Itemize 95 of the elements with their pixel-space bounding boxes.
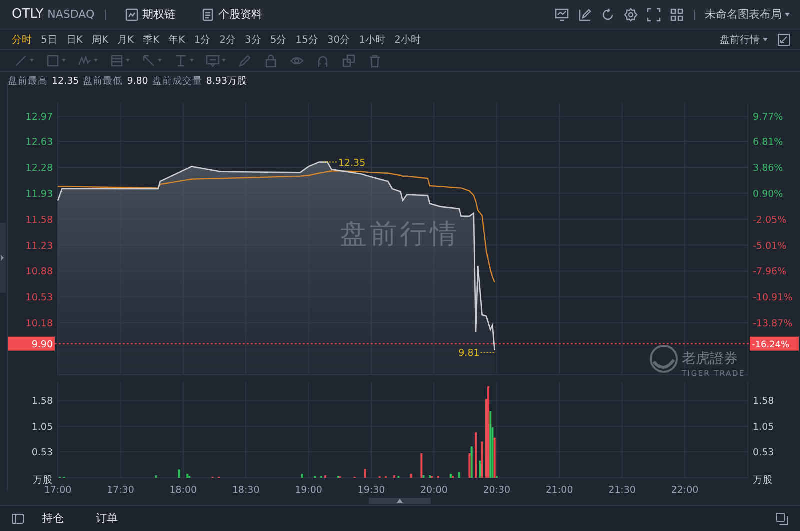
axis-label: -13.87% [753, 318, 793, 330]
bottom-tab[interactable]: 订单 [96, 511, 118, 526]
exchange-label: NASDAQ [48, 8, 95, 21]
volume-bar [364, 469, 366, 478]
unit-label: 万股 [33, 475, 53, 486]
unit-label: 万股 [753, 475, 773, 486]
stat-value: 12.35 [52, 76, 80, 86]
stat-value: 9.80 [127, 76, 148, 86]
caret-icon [785, 12, 790, 16]
period-tab[interactable]: 年K [168, 32, 186, 46]
popout-icon[interactable] [776, 512, 788, 524]
axis-label: 10.53 [26, 292, 53, 304]
axis-label: 1.05 [753, 422, 774, 434]
refresh-icon[interactable] [601, 8, 615, 22]
axis-label: 1.05 [32, 422, 53, 434]
period-tab[interactable]: 季K [143, 32, 160, 46]
volume-bar [410, 474, 412, 478]
time-label: 19:00 [295, 485, 322, 496]
axis-label: 0.53 [753, 448, 774, 459]
layout-menu[interactable]: 未命名图表布局 [705, 7, 790, 22]
axis-label: 9.77% [753, 112, 784, 123]
chart-monitor-icon[interactable] [555, 8, 569, 22]
chart-document-icon[interactable] [124, 8, 139, 22]
axis-label: 10.88 [26, 266, 53, 278]
axis-label: 0.90% [753, 188, 784, 200]
axis-label: -7.96% [753, 266, 787, 278]
document-icon[interactable] [200, 8, 215, 22]
time-label: 21:30 [608, 485, 636, 496]
annotation: 12.35 [338, 158, 366, 169]
time-label: 20:00 [420, 485, 448, 496]
current-price-tag: 9.90 [8, 336, 55, 351]
period-tab[interactable]: 日K [66, 32, 83, 46]
annotation: 9.81 [458, 348, 480, 360]
stat-label: 盘前最低 [83, 74, 124, 88]
stat-label: 盘前最高 [8, 74, 48, 88]
panel-toggle-icon[interactable] [12, 512, 24, 524]
axis-label: 0.53 [32, 448, 53, 459]
axis-label: 12.97 [26, 112, 53, 123]
time-label: 17:00 [44, 485, 72, 496]
period-tab[interactable]: 3分 [244, 32, 262, 46]
period-tab[interactable]: 2分 [220, 32, 236, 46]
axis-label: 6.81% [753, 137, 784, 148]
axis-label: 11.23 [26, 240, 53, 252]
grid-layout-icon[interactable] [670, 8, 684, 22]
period-tab[interactable]: 1小时 [359, 32, 386, 46]
axis-label: -2.05% [753, 214, 787, 226]
time-label: 18:30 [232, 485, 260, 496]
stat-label: 盘前成交量 [152, 74, 202, 88]
settings-icon[interactable] [624, 8, 638, 22]
fullscreen-icon[interactable] [647, 8, 661, 22]
volume-bar [302, 474, 304, 478]
edit-icon[interactable] [578, 8, 592, 22]
expand-icon[interactable] [778, 34, 790, 46]
period-tab[interactable]: 分时 [12, 32, 32, 46]
side-panel-handle[interactable] [0, 223, 6, 293]
header-link[interactable]: 个股资料 [192, 7, 263, 22]
axis-label: 1.58 [753, 396, 774, 408]
time-label: 17:30 [107, 485, 134, 496]
header-link[interactable]: 期权链 [116, 7, 176, 22]
period-tab[interactable]: 15分 [296, 32, 318, 46]
period-tab[interactable]: 5分 [270, 32, 287, 46]
period-tab[interactable]: 月K [118, 32, 134, 46]
time-label: 21:00 [546, 485, 574, 496]
volume-bar [155, 476, 158, 478]
axis-label: 11.93 [26, 188, 53, 200]
axis-label: 11.58 [26, 214, 53, 226]
axis-label: 1.58 [32, 396, 53, 408]
axis-label: 12.28 [26, 162, 53, 174]
stock-symbol: OTLY [12, 7, 44, 22]
time-label: 22:00 [671, 485, 699, 496]
time-label: 20:30 [483, 485, 511, 496]
bottom-tab[interactable]: 持仓 [42, 511, 64, 526]
axis-label: 3.86% [753, 162, 784, 174]
panel-resize-handle[interactable] [369, 498, 431, 504]
time-label: 18:00 [170, 485, 198, 496]
time-label: 19:30 [358, 485, 386, 496]
caret-icon [763, 38, 768, 42]
period-tab[interactable]: 1分 [194, 32, 211, 46]
current-change-tag: -16.24% [750, 336, 799, 351]
axis-label: -5.01% [753, 240, 787, 252]
brand-name: 老虎證券 [682, 351, 738, 367]
axis-label: 12.63 [26, 137, 53, 148]
period-tab[interactable]: 2小时 [394, 32, 421, 46]
axis-label: -10.91% [753, 292, 793, 304]
session-menu[interactable]: 盘前行情 [720, 32, 768, 46]
period-tab[interactable]: 30分 [327, 32, 350, 46]
brand-logo-icon [650, 345, 678, 373]
stat-value: 8.93万股 [206, 74, 248, 88]
volume-bar [458, 472, 460, 478]
ref-line-label: 9.90 [32, 339, 53, 350]
period-tab[interactable]: 5日 [41, 32, 58, 46]
volume-bar [178, 470, 180, 478]
axis-label: 10.18 [26, 318, 53, 330]
period-tab[interactable]: 周K [92, 32, 108, 46]
volume-bar [324, 476, 327, 478]
